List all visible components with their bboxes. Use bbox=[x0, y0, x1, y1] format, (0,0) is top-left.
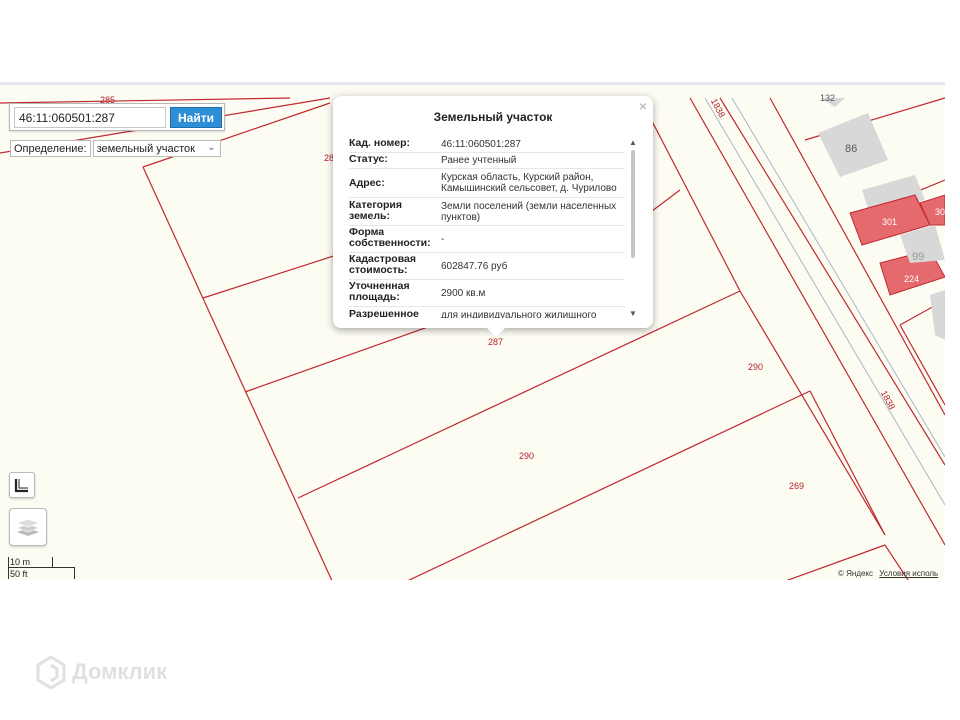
prop-row-cadastral-number: Кад. номер: 46:11:060501:287 bbox=[349, 136, 625, 153]
prop-row-permitted-use: Разрешенное для индивидуального жилищног… bbox=[349, 307, 625, 319]
search-panel: Найти bbox=[9, 103, 225, 131]
map-scale: 10 m 50 ft bbox=[6, 555, 75, 581]
prop-value: 602847.76 руб bbox=[441, 260, 508, 272]
prop-key: Адрес: bbox=[349, 176, 385, 189]
chevron-down-icon: ⌄ bbox=[207, 142, 216, 153]
prop-value: - bbox=[441, 233, 445, 245]
popup-title: Земельный участок bbox=[433, 110, 553, 124]
definition-selected-value: земельный участок bbox=[96, 143, 195, 155]
prop-value: 46:11:060501:287 bbox=[441, 138, 521, 150]
plot-label-30: 30 bbox=[935, 207, 945, 217]
terms-link[interactable]: Условия исполь bbox=[879, 569, 938, 578]
domclick-logo-icon bbox=[36, 655, 66, 689]
find-button[interactable]: Найти bbox=[170, 107, 222, 128]
prop-value: для индивидуального жилищного bbox=[441, 309, 597, 319]
plot-label-287: 287 bbox=[488, 337, 504, 347]
close-icon[interactable]: × bbox=[639, 98, 647, 114]
house-number-99: 99 bbox=[912, 251, 925, 263]
prop-key: Уточненная площадь: bbox=[349, 280, 410, 303]
map-copyright: © Яндекс Условия исполь bbox=[838, 569, 938, 578]
prop-value: Курская область, Курский район, Камышинс… bbox=[441, 172, 617, 194]
scale-meters: 10 m bbox=[10, 557, 31, 567]
prop-key: Категория земель: bbox=[349, 199, 403, 222]
prop-row-status: Статус: Ранее учтенный bbox=[349, 153, 625, 169]
prop-key: Кадастровая стоимость: bbox=[349, 253, 416, 276]
definition-row: Определение: земельный участок ⌄ bbox=[10, 140, 221, 158]
scrollbar-thumb[interactable] bbox=[631, 150, 635, 258]
prop-key: Кад. номер: bbox=[349, 137, 411, 149]
house-number-86: 86 bbox=[845, 143, 858, 155]
cadastral-search-input[interactable] bbox=[14, 107, 166, 128]
prop-row-ownership: Форма собственности: - bbox=[349, 226, 625, 253]
ruler-icon bbox=[14, 479, 28, 493]
prop-key: Статус: bbox=[349, 153, 388, 165]
prop-row-address: Адрес: Курская область, Курский район, К… bbox=[349, 169, 625, 198]
plot-label-290-b: 290 bbox=[519, 451, 535, 461]
prop-key: Разрешенное bbox=[349, 308, 419, 319]
prop-key: Форма собственности: bbox=[349, 226, 431, 249]
copyright-text: © Яндекс bbox=[838, 569, 874, 578]
chevron-down-icon[interactable]: ▼ bbox=[629, 309, 637, 318]
house-number-224: 224 bbox=[904, 274, 920, 284]
popup-pointer bbox=[486, 327, 506, 337]
plot-label-132: 132 bbox=[820, 93, 836, 103]
properties-scrollbar[interactable]: ▲ ▼ bbox=[629, 138, 637, 318]
chevron-up-icon[interactable]: ▲ bbox=[629, 138, 637, 147]
layers-button[interactable] bbox=[9, 508, 47, 546]
ruler-button[interactable] bbox=[9, 472, 35, 498]
prop-row-cadastral-value: Кадастровая стоимость: 602847.76 руб bbox=[349, 253, 625, 280]
watermark-text: Домклик bbox=[72, 659, 168, 684]
prop-value: Ранее учтенный bbox=[441, 155, 517, 166]
definition-select[interactable]: земельный участок ⌄ bbox=[92, 140, 221, 157]
prop-row-area: Уточненная площадь: 2900 кв.м bbox=[349, 280, 625, 307]
land-plot-popup: Земельный участок × Кад. номер: 46:11:06… bbox=[333, 96, 653, 328]
properties-list[interactable]: Кад. номер: 46:11:060501:287 Статус: Ран… bbox=[349, 136, 625, 318]
prop-value: Земли поселений (земли населенных пункто… bbox=[441, 201, 617, 223]
prop-row-land-category: Категория земель: Земли поселений (земли… bbox=[349, 198, 625, 226]
plot-label-269: 269 bbox=[789, 481, 805, 491]
layers-icon bbox=[16, 518, 40, 536]
scale-feet: 50 ft bbox=[10, 569, 28, 579]
domclick-watermark: Домклик bbox=[36, 655, 167, 689]
plot-label-290-a: 290 bbox=[748, 362, 764, 372]
house-number-301: 301 bbox=[882, 217, 898, 227]
definition-label: Определение: bbox=[10, 140, 91, 157]
prop-value: 2900 кв.м bbox=[441, 287, 486, 299]
